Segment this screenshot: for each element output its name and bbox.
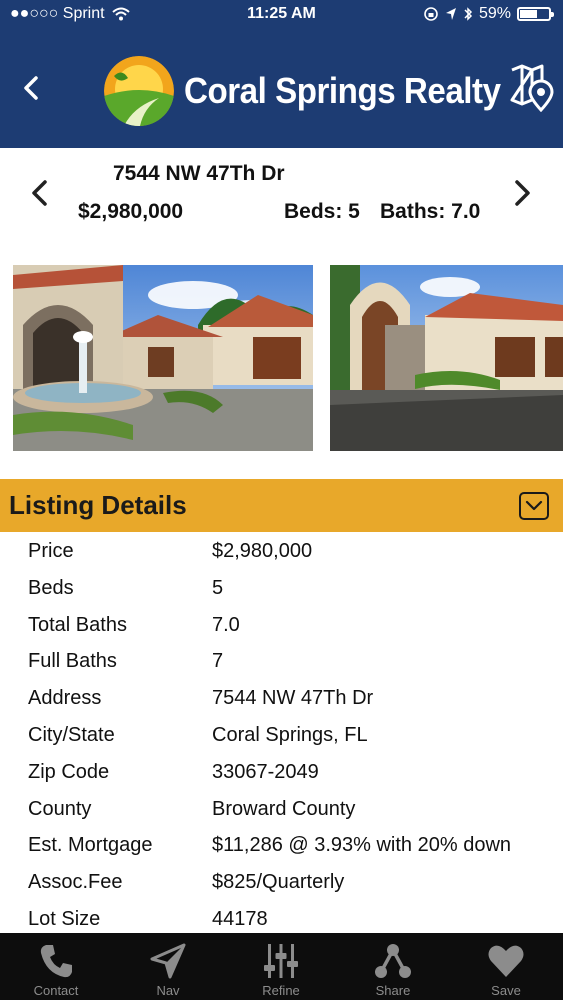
brand-name: Coral Springs Realty	[184, 70, 501, 111]
property-baths: Baths: 7.0	[380, 200, 481, 223]
app-header: ●●○○○ Sprint 11:25 AM 59% Coral Springs …	[0, 0, 563, 148]
phone-icon	[40, 945, 72, 978]
property-beds: Beds: 5	[284, 200, 360, 223]
sliders-icon	[264, 944, 298, 978]
heart-icon	[488, 945, 524, 977]
battery-icon	[517, 7, 554, 21]
detail-label: Zip Code	[28, 760, 110, 783]
detail-label: Beds	[28, 576, 74, 599]
detail-value: $2,980,000	[212, 540, 313, 562]
detail-value: 7544 NW 47Th Dr	[212, 687, 374, 710]
detail-value: 44178	[212, 907, 268, 930]
share-icon	[375, 944, 411, 978]
status-bar: ●●○○○ Sprint 11:25 AM 59%	[0, 0, 563, 30]
sunrise-logo-icon	[104, 56, 174, 126]
tab-share[interactable]: Share	[337, 933, 449, 1000]
detail-value: 7.0	[212, 613, 240, 636]
detail-label: County	[28, 797, 92, 820]
bluetooth-icon	[464, 7, 473, 21]
detail-row-county: County Broward County	[0, 790, 563, 827]
listing-details-title: Listing Details	[9, 490, 187, 520]
detail-label: City/State	[28, 723, 115, 746]
detail-label: Price	[28, 540, 74, 562]
detail-value: Coral Springs, FL	[212, 723, 368, 746]
details-list: Price $2,980,000 Beds 5 Total Baths 7.0 Ful…	[0, 532, 563, 937]
detail-value: 33067-2049	[212, 760, 319, 783]
tab-label: Contact	[33, 983, 79, 998]
tab-label: Nav	[156, 983, 180, 998]
detail-row-total-baths: Total Baths 7.0	[0, 606, 563, 643]
detail-row-price: Price $2,980,000	[0, 532, 563, 569]
tab-nav[interactable]: Nav	[112, 933, 224, 1000]
battery-fill	[520, 10, 537, 18]
property-photo-1[interactable]	[13, 265, 313, 451]
tab-label: Share	[375, 983, 411, 998]
house-photo-image	[13, 265, 313, 451]
detail-label: Est. Mortgage	[28, 834, 153, 857]
tab-label: Refine	[262, 983, 300, 998]
detail-value: $825/Quarterly	[212, 871, 345, 894]
location-arrow-icon	[445, 8, 456, 20]
detail-row-assoc-fee: Assoc.Fee $825/Quarterly	[0, 863, 563, 900]
detail-label: Full Baths	[28, 650, 117, 673]
back-button[interactable]	[18, 72, 46, 104]
detail-value: Broward County	[212, 797, 356, 820]
navigation-arrow-icon	[150, 943, 186, 979]
next-listing-button[interactable]	[510, 178, 534, 210]
collapse-toggle-button[interactable]	[519, 492, 549, 520]
detail-value: 5	[212, 576, 224, 599]
detail-row-beds: Beds 5	[0, 569, 563, 606]
chevron-down-icon	[525, 500, 543, 511]
detail-row-est-mortgage: Est. Mortgage $11,286 @ 3.93% with 20% do…	[0, 826, 563, 863]
map-pin-icon	[510, 64, 554, 113]
detail-row-full-baths: Full Baths 7	[0, 642, 563, 679]
map-button[interactable]	[508, 62, 554, 113]
detail-label: Lot Size	[28, 907, 101, 930]
previous-listing-button[interactable]	[28, 178, 52, 210]
detail-value: 7	[212, 650, 224, 673]
brand-logo	[104, 56, 174, 126]
chevron-left-icon	[32, 180, 47, 206]
detail-label: Total Baths	[28, 613, 127, 636]
tab-label: Save	[491, 983, 521, 998]
tab-save[interactable]: Save	[450, 933, 562, 1000]
detail-row-zip-code: Zip Code 33067-2049	[0, 753, 563, 790]
detail-label: Address	[28, 687, 102, 710]
tab-refine[interactable]: Refine	[225, 933, 337, 1000]
rotation-lock-icon	[424, 7, 438, 21]
detail-value: $11,286 @ 3.93% with 20% down	[212, 834, 512, 857]
chevron-right-icon	[515, 180, 530, 206]
tab-contact[interactable]: Contact	[0, 933, 112, 1000]
battery-percent: 59%	[478, 5, 511, 22]
detail-row-address: Address 7544 NW 47Th Dr	[0, 679, 563, 716]
detail-label: Assoc.Fee	[28, 871, 123, 894]
house-photo-image	[330, 265, 563, 451]
property-price: $2,980,000	[78, 200, 184, 223]
property-photo-2[interactable]	[330, 265, 563, 451]
bottom-tab-bar: Contact Nav Refine Share Save	[0, 933, 563, 1000]
status-right: 59%	[423, 5, 554, 23]
detail-row-city-state: City/State Coral Springs, FL	[0, 716, 563, 753]
detail-row-lot-size: Lot Size 44178	[0, 900, 563, 937]
property-address: 7544 NW 47Th Dr	[113, 162, 285, 185]
chevron-left-icon	[24, 76, 38, 100]
